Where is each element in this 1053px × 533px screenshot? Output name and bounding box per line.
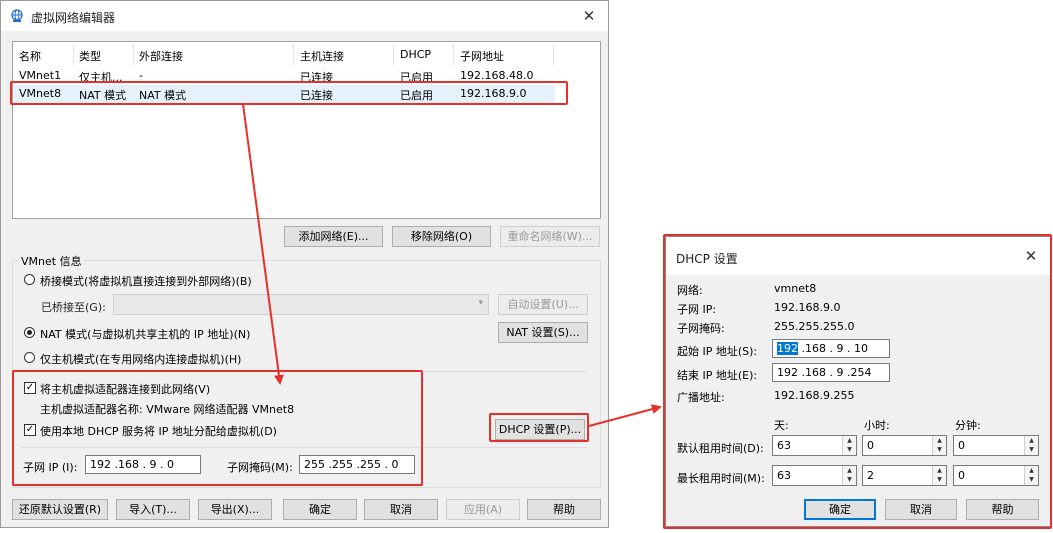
annotation-arrow-right — [588, 404, 662, 427]
annotation-arrow-down — [242, 103, 284, 385]
annotation-arrows — [242, 103, 662, 427]
